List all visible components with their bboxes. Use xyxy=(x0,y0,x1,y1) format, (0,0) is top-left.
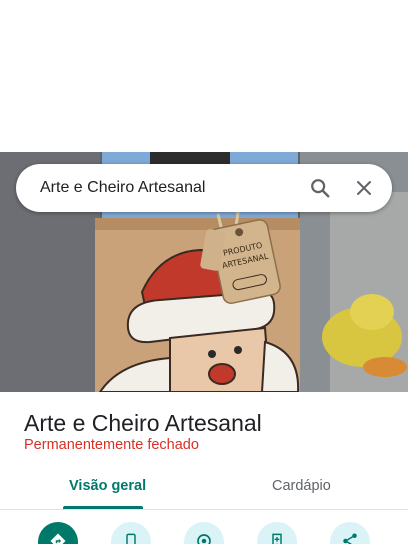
tab-overview[interactable]: Visão geral xyxy=(69,478,146,494)
tab-menu[interactable]: Cardápio xyxy=(272,478,331,494)
save-button[interactable] xyxy=(257,522,297,544)
active-tab-indicator xyxy=(63,506,143,509)
search-bar[interactable]: Arte e Cheiro Artesanal xyxy=(16,164,392,212)
search-icon xyxy=(311,179,330,198)
map-area[interactable] xyxy=(0,0,408,152)
directions-icon xyxy=(50,533,66,544)
action-buttons xyxy=(0,522,408,544)
call-button[interactable] xyxy=(111,522,151,544)
save-icon xyxy=(272,533,282,544)
nearby-button[interactable] xyxy=(184,522,224,544)
search-button[interactable] xyxy=(300,168,340,208)
place-title: Arte e Cheiro Artesanal xyxy=(24,410,262,436)
phone-icon xyxy=(126,533,136,544)
nearby-icon xyxy=(197,534,211,544)
close-icon xyxy=(357,181,371,195)
place-tabs: Visão geral Cardápio xyxy=(0,470,408,510)
clear-search-button[interactable] xyxy=(344,168,384,208)
maps-place-screen: PRODUTO ARTESANAL Arte e Cheiro Artesana… xyxy=(0,0,408,544)
place-sheet: Arte e Cheiro Artesanal Permanentemente … xyxy=(0,392,408,544)
share-icon xyxy=(343,533,357,544)
directions-button[interactable] xyxy=(38,522,78,544)
status-label: Permanentemente fechado xyxy=(24,437,199,453)
search-input[interactable]: Arte e Cheiro Artesanal xyxy=(16,179,300,197)
share-button[interactable] xyxy=(330,522,370,544)
